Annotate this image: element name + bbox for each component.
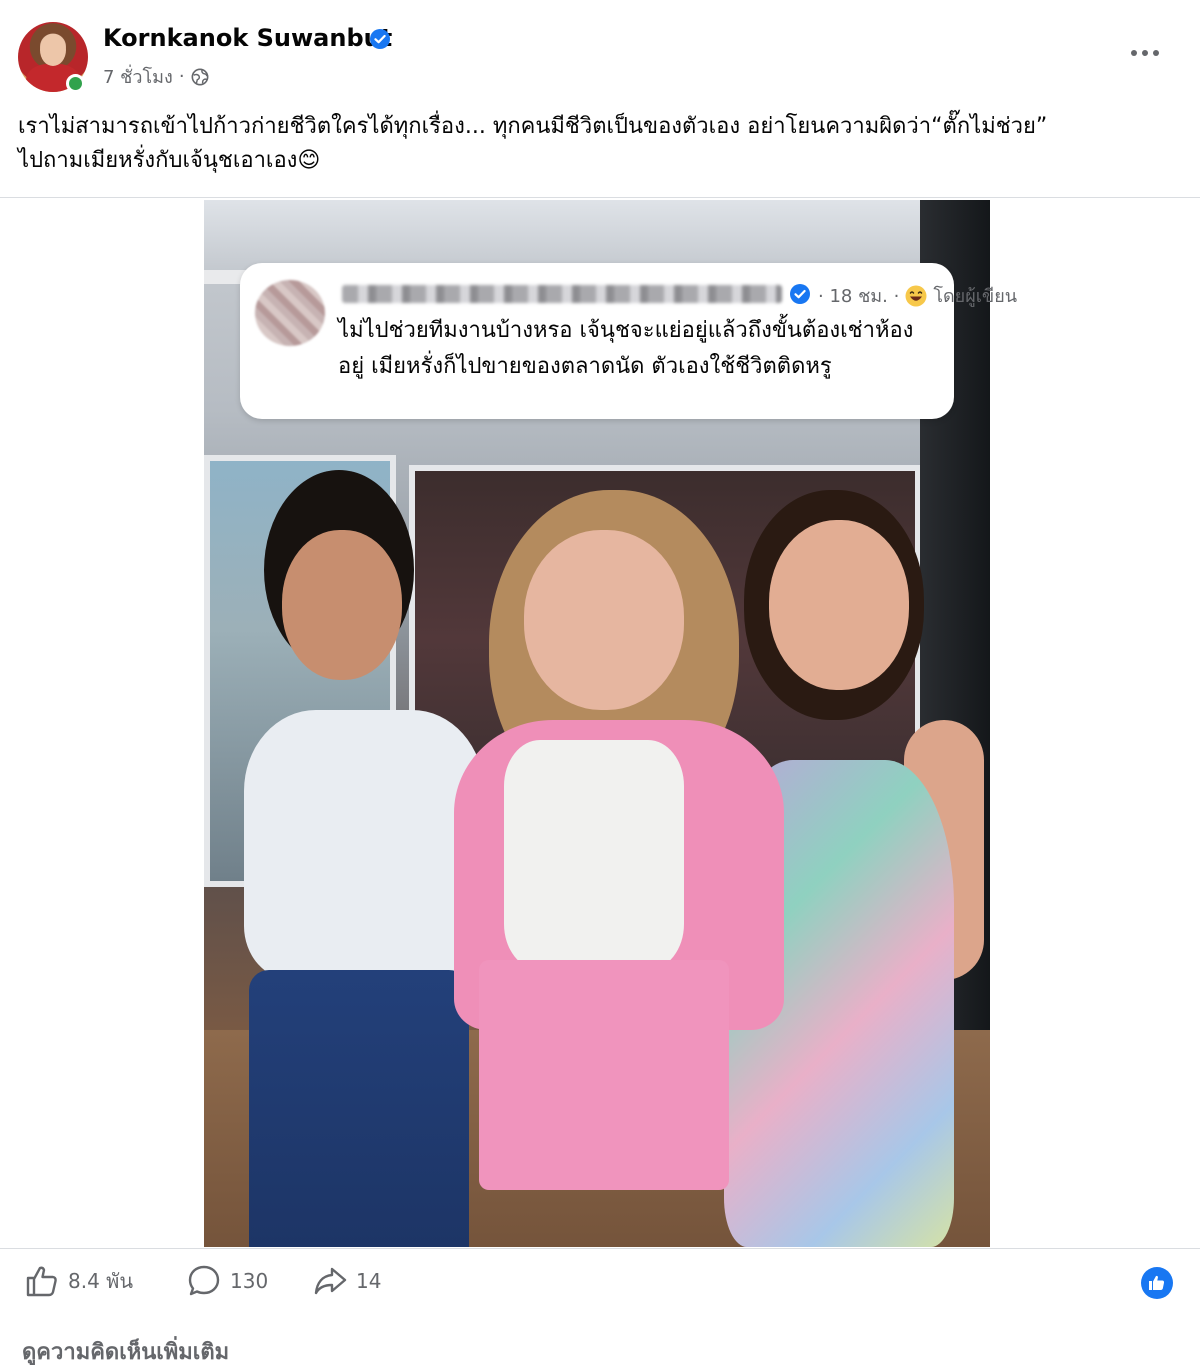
photo-person-center-face bbox=[524, 530, 684, 710]
thumbs-up-icon bbox=[1149, 1275, 1165, 1290]
comment-author-label: โดยผู้เขียน bbox=[933, 286, 1018, 307]
more-options-icon-dot bbox=[1131, 50, 1137, 56]
share-count: 14 bbox=[356, 1269, 382, 1293]
like-reaction-icon[interactable] bbox=[1141, 1267, 1173, 1299]
comment-author-blurred bbox=[342, 285, 782, 303]
comment-text: ไม่ไปช่วยทีมงานบ้างหรอ เจ้นุชจะแย่อยู่แล… bbox=[338, 318, 914, 379]
photo-person-left-top bbox=[244, 710, 484, 980]
view-more-comments-link[interactable]: ดูความคิดเห็นเพิ่มเติม bbox=[22, 1334, 229, 1369]
avatar-face bbox=[40, 34, 66, 66]
like-button[interactable]: 8.4 พัน bbox=[24, 1263, 133, 1299]
embedded-comment: · 18 ชม. · โดยผู้เขียน ไม่ไปช่วยทีมงานบ้… bbox=[240, 263, 1017, 419]
facebook-post: Kornkanok Suwanbut 7 ชั่วโมง · เราไม่สาม… bbox=[0, 0, 1200, 1365]
verified-badge-icon bbox=[370, 29, 390, 49]
meta-separator: · bbox=[178, 66, 185, 87]
post-meta: 7 ชั่วโมง · bbox=[103, 62, 209, 91]
photo-person-center-top bbox=[504, 740, 684, 970]
photo-person-left-jeans bbox=[249, 970, 469, 1247]
post-time[interactable]: 7 ชั่วโมง bbox=[103, 62, 173, 91]
post-text-line: เราไม่สามารถเข้าไปก้าวก่ายชีวิตใครได้ทุก… bbox=[18, 114, 1048, 139]
laugh-emoji-icon bbox=[905, 285, 927, 306]
comment-time: · 18 ชม. · bbox=[818, 286, 900, 307]
globe-icon bbox=[191, 68, 209, 85]
comment-icon bbox=[188, 1265, 220, 1296]
photo-person-left-face bbox=[282, 530, 402, 680]
share-button[interactable]: 14 bbox=[312, 1263, 381, 1299]
post-text-line: ไปถามเมียหรั่งกับเจ้นุชเอาเอง😊 bbox=[18, 148, 321, 173]
more-options-icon-dot bbox=[1142, 50, 1148, 56]
share-icon bbox=[314, 1267, 347, 1295]
more-options-button[interactable] bbox=[1122, 38, 1168, 68]
divider bbox=[0, 197, 1200, 198]
comment-count: 130 bbox=[230, 1269, 269, 1293]
comment-meta: · 18 ชม. · โดยผู้เขียน bbox=[818, 281, 1017, 310]
comment-button[interactable]: 130 bbox=[186, 1263, 268, 1299]
author-name[interactable]: Kornkanok Suwanbut bbox=[103, 24, 392, 52]
verified-badge-icon bbox=[790, 284, 810, 304]
online-status-dot bbox=[66, 74, 85, 93]
photo-building-top bbox=[204, 200, 990, 270]
more-options-icon-dot bbox=[1153, 50, 1159, 56]
comment-avatar-blurred bbox=[255, 280, 325, 346]
post-text: เราไม่สามารถเข้าไปก้าวก่ายชีวิตใครได้ทุก… bbox=[18, 110, 1183, 178]
like-icon bbox=[26, 1266, 57, 1297]
photo-person-right-face bbox=[769, 520, 909, 690]
photo-person-center-skirt bbox=[479, 960, 729, 1190]
like-count: 8.4 พัน bbox=[68, 1269, 134, 1293]
divider bbox=[0, 1248, 1200, 1249]
